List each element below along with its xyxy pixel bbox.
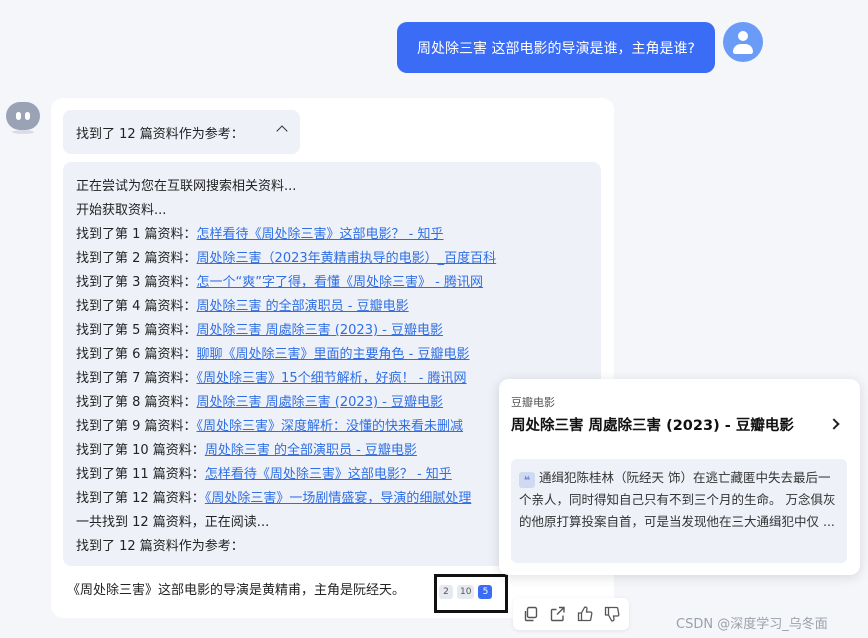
log-item: 找到了第 4 篇资料：周处除三害 的全部演职员 - 豆瓣电影 [76,295,601,319]
log-item: 找到了第 1 篇资料：怎样看待《周处除三害》这部电影？ - 知乎 [76,223,601,247]
log-item-prefix: 找到了第 9 篇资料： [76,419,197,434]
log-start: 开始获取资料... [76,203,167,218]
message-actions [513,598,629,630]
reference-link[interactable]: 《周处除三害》一场剧情盛宴，导演的细腻处理 [205,491,472,506]
chevron-up-icon [276,125,288,137]
log-item-prefix: 找到了第 6 篇资料： [76,347,197,362]
reference-link[interactable]: 周处除三害 周處除三害 (2023) - 豆瓣电影 [197,323,443,338]
log-item-prefix: 找到了第 1 篇资料： [76,227,197,242]
reference-link[interactable]: 怎样看待《周处除三害》这部电影？ - 知乎 [197,227,444,242]
references-toggle[interactable]: 找到了 12 篇资料作为参考： [63,110,300,154]
log-item: 找到了第 3 篇资料：怎一个“爽”字了得，看懂《周处除三害》 - 腾讯网 [76,271,601,295]
popup-title[interactable]: 周处除三害 周處除三害 (2023) - 豆瓣电影 [511,414,794,435]
citation-preview-popup[interactable]: 豆瓣电影 周处除三害 周處除三害 (2023) - 豆瓣电影 ❝ 通缉犯陈桂林（阮… [499,379,860,575]
user-avatar [723,22,763,62]
log-item-prefix: 找到了第 3 篇资料： [76,275,197,290]
popup-snippet: ❝ 通缉犯陈桂林（阮经天 饰）在逃亡藏匿中失去最后一个亲人，同时得知自己只有不到三… [511,459,847,563]
log-item-prefix: 找到了第 2 篇资料： [76,251,197,266]
references-toggle-label: 找到了 12 篇资料作为参考： [76,126,244,142]
watermark: CSDN @深度学习_乌冬面 [676,617,828,632]
log-item-prefix: 找到了第 7 篇资料： [76,371,197,386]
log-item: 找到了第 6 篇资料：聊聊《周处除三害》里面的主要角色 - 豆瓣电影 [76,343,601,367]
log-item: 找到了第 5 篇资料：周处除三害 周處除三害 (2023) - 豆瓣电影 [76,319,601,343]
log-item-prefix: 找到了第 5 篇资料： [76,323,197,338]
log-item-prefix: 找到了第 11 篇资料： [76,467,205,482]
reference-link[interactable]: 怎一个“爽”字了得，看懂《周处除三害》 - 腾讯网 [197,275,483,290]
bot-avatar [6,100,40,134]
popup-source: 豆瓣电影 [511,396,555,409]
reference-link[interactable]: 周处除三害（2023年黄精甫执导的电影）_百度百科 [197,251,497,266]
log-item: 找到了第 2 篇资料：周处除三害（2023年黄精甫执导的电影）_百度百科 [76,247,601,271]
log-item-prefix: 找到了第 4 篇资料： [76,299,197,314]
popup-snippet-text: 通缉犯陈桂林（阮经天 饰）在逃亡藏匿中失去最后一个亲人，同时得知自己只有不到三个… [519,470,836,529]
citation-highlight-frame [434,574,508,613]
copy-icon[interactable] [521,604,541,624]
reference-link[interactable]: 周处除三害 的全部演职员 - 豆瓣电影 [197,299,409,314]
log-item-prefix: 找到了第 8 篇资料： [76,395,197,410]
reference-link[interactable]: 周处除三害 的全部演职员 - 豆瓣电影 [205,443,417,458]
log-searching: 正在尝试为您在互联网搜索相关资料... [76,179,297,194]
thumbs-up-icon[interactable] [575,604,595,624]
reference-link[interactable]: 怎样看待《周处除三害》这部电影？ - 知乎 [205,467,452,482]
quote-icon: ❝ [519,472,535,488]
user-message-bubble: 周处除三害 这部电影的导演是谁，主角是谁? [397,22,715,73]
reference-link[interactable]: 《周处除三害》深度解析：没懂的快来看未删减 [197,419,464,434]
reference-link[interactable]: 周处除三害 周處除三害 (2023) - 豆瓣电影 [197,395,443,410]
log-item-prefix: 找到了第 10 篇资料： [76,443,205,458]
chevron-right-icon[interactable] [828,418,840,430]
answer-text: 《周处除三害》这部电影的导演是黄精甫，主角是阮经天。 [67,583,406,598]
reference-link[interactable]: 聊聊《周处除三害》里面的主要角色 - 豆瓣电影 [197,347,470,362]
log-item-prefix: 找到了第 12 篇资料： [76,491,205,506]
reference-link[interactable]: 《周处除三害》15个细节解析，好疯！ - 腾讯网 [197,371,467,386]
thumbs-down-icon[interactable] [602,604,622,624]
user-message-text: 周处除三害 这部电影的导演是谁，主角是谁? [417,40,695,57]
share-icon[interactable] [548,604,568,624]
